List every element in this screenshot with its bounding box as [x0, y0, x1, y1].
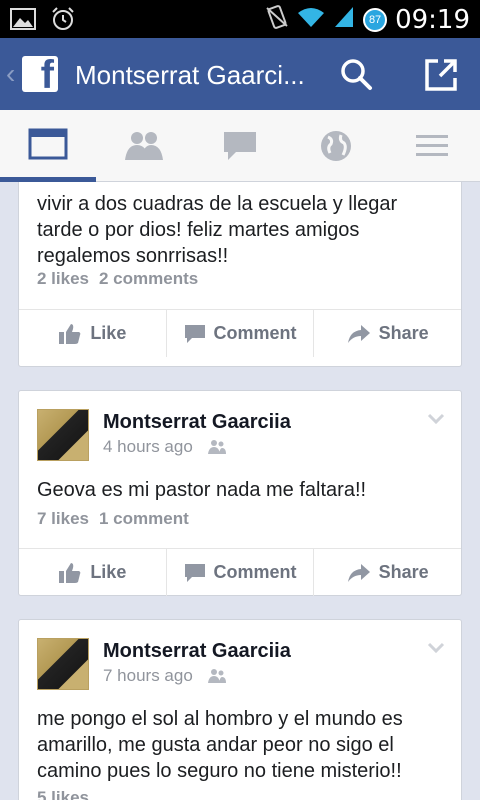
signal-icon	[333, 5, 355, 34]
post-text: Geova es mi pastor nada me faltara!!	[37, 479, 367, 501]
page-title: Montserrat Gaarci...	[75, 60, 305, 90]
likes-count[interactable]: 5 likes	[37, 788, 89, 800]
vibrate-icon	[265, 4, 289, 35]
post-time[interactable]: 7 hours ago	[103, 666, 193, 686]
share-arrow-icon	[347, 324, 370, 343]
alarm-icon	[50, 6, 76, 37]
like-button[interactable]: Like	[19, 310, 166, 357]
clock: 09:19	[395, 4, 470, 35]
tab-news-feed[interactable]	[0, 110, 96, 182]
comment-icon	[184, 324, 205, 343]
gallery-icon	[10, 7, 36, 36]
share-button[interactable]: Share	[313, 310, 461, 357]
post-actions: Like Comment Share	[19, 309, 461, 357]
share-button[interactable]: Share	[313, 549, 461, 596]
post-counts: 5 likes	[19, 788, 107, 800]
thumbs-up-icon	[59, 323, 81, 344]
post-header: Montserrat Gaarciia 4 hours ago	[19, 391, 461, 463]
likes-count[interactable]: 2 likes	[37, 269, 89, 288]
friends-audience-icon	[207, 669, 226, 683]
tab-bar	[0, 110, 480, 182]
post-counts: 7 likes 1 comment	[19, 509, 207, 529]
share-arrow-icon	[347, 563, 370, 582]
post-header: Montserrat Gaarciia 7 hours ago	[19, 620, 461, 692]
back-chevron-icon[interactable]: ‹	[6, 58, 15, 90]
chevron-down-icon[interactable]	[427, 413, 445, 425]
post-text: me pongo el sol al hombro y el mundo es …	[37, 708, 403, 782]
battery-icon: 87	[363, 7, 388, 32]
search-icon[interactable]	[338, 56, 374, 92]
chevron-down-icon[interactable]	[427, 642, 445, 654]
comment-button[interactable]: Comment	[165, 310, 314, 357]
globe-icon	[321, 131, 351, 161]
comments-count[interactable]: 2 comments	[99, 269, 198, 288]
news-feed-icon	[28, 128, 68, 159]
comment-button[interactable]: Comment	[165, 549, 314, 596]
tab-notifications[interactable]	[288, 110, 384, 182]
post-card: Montserrat Gaarciia 7 hours ago me pongo…	[18, 619, 462, 800]
comments-count[interactable]: 1 comment	[99, 509, 189, 528]
post-actions: Like Comment Share	[19, 548, 461, 596]
post-meta: 7 hours ago	[103, 666, 227, 686]
tab-friend-requests[interactable]	[96, 110, 192, 182]
news-feed[interactable]: vivir a dos cuadras de la escuela y lleg…	[0, 182, 480, 800]
likes-count[interactable]: 7 likes	[37, 509, 89, 528]
messages-icon	[224, 132, 256, 160]
avatar[interactable]	[37, 409, 89, 461]
post-time[interactable]: 4 hours ago	[103, 437, 193, 457]
friends-icon	[125, 132, 163, 160]
post-card: Montserrat Gaarciia 4 hours ago Geova es…	[18, 390, 462, 596]
post-text: vivir a dos cuadras de la escuela y lleg…	[37, 193, 398, 267]
post-counts: 2 likes 2 comments	[19, 269, 216, 289]
facebook-logo-icon[interactable]: f	[22, 55, 58, 95]
menu-icon	[416, 135, 448, 156]
wifi-icon	[297, 5, 325, 34]
avatar[interactable]	[37, 638, 89, 690]
author-name[interactable]: Montserrat Gaarciia	[103, 411, 291, 434]
tab-messages[interactable]	[192, 110, 288, 182]
app-header: ‹ f Montserrat Gaarci...	[0, 38, 480, 110]
author-name[interactable]: Montserrat Gaarciia	[103, 640, 291, 663]
like-button[interactable]: Like	[19, 549, 166, 596]
post-card: vivir a dos cuadras de la escuela y lleg…	[18, 182, 462, 367]
friends-audience-icon	[207, 440, 226, 454]
thumbs-up-icon	[59, 562, 81, 583]
post-meta: 4 hours ago	[103, 437, 227, 457]
comment-icon	[184, 563, 205, 582]
status-bar: 87 09:19	[0, 0, 480, 38]
compose-icon[interactable]	[422, 56, 460, 94]
tab-more[interactable]	[384, 110, 480, 182]
